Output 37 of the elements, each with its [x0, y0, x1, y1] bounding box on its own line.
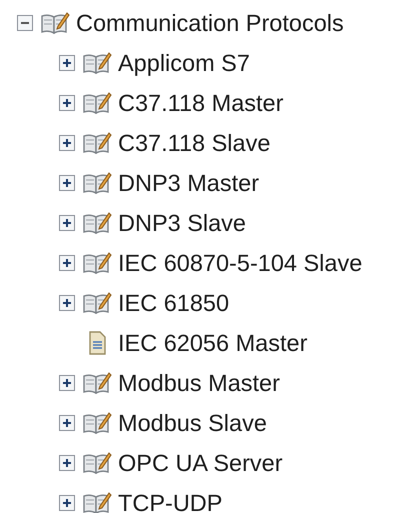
- tree-item[interactable]: Communication Protocols: [76, 10, 344, 36]
- expand-icon[interactable]: [58, 254, 76, 272]
- book-icon: [82, 170, 112, 196]
- book-icon: [82, 210, 112, 236]
- book-icon: [82, 410, 112, 436]
- book-icon: [82, 50, 112, 76]
- tree-item[interactable]: Modbus Master: [118, 370, 280, 396]
- expand-icon[interactable]: [58, 454, 76, 472]
- expand-icon[interactable]: [58, 494, 76, 512]
- expand-icon[interactable]: [58, 54, 76, 72]
- book-icon: [82, 450, 112, 476]
- book-icon: [82, 490, 112, 513]
- tree-item[interactable]: C37.118 Master: [118, 90, 284, 116]
- tree-item[interactable]: TCP-UDP: [118, 490, 222, 513]
- tree-item[interactable]: IEC 61850: [118, 290, 230, 316]
- collapse-icon[interactable]: [16, 14, 34, 32]
- tree-item[interactable]: IEC 62056 Master: [118, 330, 308, 356]
- tree-item[interactable]: Applicom S7: [118, 50, 250, 76]
- expand-icon[interactable]: [58, 94, 76, 112]
- tree-item[interactable]: C37.118 Slave: [118, 130, 270, 156]
- book-icon: [82, 250, 112, 276]
- tree-item[interactable]: IEC 60870-5-104 Slave: [118, 250, 362, 276]
- book-icon: [82, 370, 112, 396]
- book-icon: [82, 90, 112, 116]
- tree-item[interactable]: DNP3 Master: [118, 170, 260, 196]
- book-icon: [82, 290, 112, 316]
- expand-icon[interactable]: [58, 214, 76, 232]
- book-icon: [82, 130, 112, 156]
- expand-icon[interactable]: [58, 134, 76, 152]
- tree-item[interactable]: OPC UA Server: [118, 450, 283, 476]
- expand-icon[interactable]: [58, 414, 76, 432]
- expand-icon[interactable]: [58, 294, 76, 312]
- expand-icon[interactable]: [58, 174, 76, 192]
- tree-item[interactable]: Modbus Slave: [118, 410, 267, 436]
- expand-icon[interactable]: [58, 374, 76, 392]
- book-icon: [40, 10, 70, 36]
- tree-item[interactable]: DNP3 Slave: [118, 210, 246, 236]
